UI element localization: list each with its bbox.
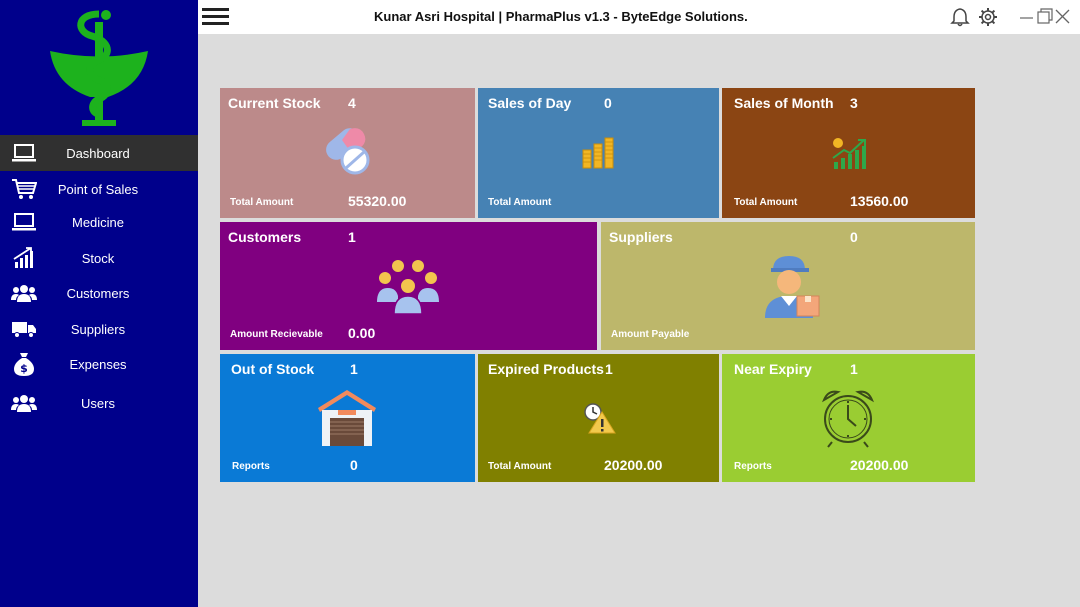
card-amount: 55320.00 <box>348 193 407 209</box>
card-current-stock[interactable]: Current Stock 4 Total Amount 55320.00 <box>220 88 475 218</box>
card-footer-label: Total Amount <box>230 197 294 208</box>
gear-icon[interactable] <box>977 7 999 27</box>
card-footer-label: Total Amount <box>488 461 552 472</box>
card-expired-products[interactable]: Expired Products 1 Total Amount 20200.00 <box>478 354 719 482</box>
sidebar-item-label: Medicine <box>71 214 125 230</box>
card-footer-label: Amount Payable <box>611 329 690 340</box>
card-footer-label: Amount Recievable <box>230 329 323 340</box>
card-amount: 20200.00 <box>850 457 909 473</box>
sidebar-item-suppliers[interactable]: Suppliers <box>0 311 198 347</box>
delivery-man-icon <box>765 256 820 318</box>
sidebar-item-customers[interactable]: Customers <box>0 275 198 311</box>
sidebar-item-stock[interactable]: Stock <box>0 240 198 276</box>
card-footer-label: Total Amount <box>734 197 798 208</box>
pills-icon <box>326 128 370 175</box>
sidebar-item-label: Dashboard <box>66 145 130 161</box>
card-out-of-stock[interactable]: Out of Stock 1 Reports 0 <box>220 354 475 482</box>
card-count: 1 <box>605 361 613 377</box>
sidebar-item-label: Users <box>81 395 115 411</box>
card-count: 4 <box>348 95 356 111</box>
card-count: 3 <box>850 95 858 111</box>
card-count: 0 <box>604 95 612 111</box>
sidebar: Dashboard Point of Sales Medicine Stock … <box>0 0 198 607</box>
card-title: Near Expiry <box>734 361 812 377</box>
sidebar-item-label: Suppliers <box>70 321 126 337</box>
card-title: Suppliers <box>609 229 673 245</box>
sidebar-item-point-of-sales[interactable]: Point of Sales <box>0 171 198 207</box>
sidebar-item-medicine[interactable]: Medicine <box>0 204 198 240</box>
growth-chart-icon <box>832 138 866 169</box>
card-count: 1 <box>350 361 358 377</box>
card-customers[interactable]: Customers 1 Amount Recievable 0.00 <box>220 222 597 350</box>
card-amount: 0 <box>350 457 358 473</box>
warehouse-icon <box>318 390 376 446</box>
card-footer-label: Total Amount <box>488 197 552 208</box>
sidebar-item-label: Expenses <box>69 356 127 372</box>
sidebar-item-label: Customers <box>66 285 130 301</box>
sidebar-item-label: Stock <box>81 250 115 266</box>
card-footer-label: Reports <box>734 461 772 472</box>
card-title: Sales of Month <box>734 95 834 111</box>
card-title: Out of Stock <box>231 361 315 377</box>
sidebar-item-expenses[interactable]: $ Expenses <box>0 346 198 382</box>
sidebar-item-dashboard[interactable]: Dashboard <box>0 135 198 171</box>
card-suppliers[interactable]: Suppliers 0 Amount Payable <box>601 222 975 350</box>
card-count: 1 <box>850 361 858 377</box>
card-amount: 0.00 <box>348 325 376 341</box>
card-title: Customers <box>228 229 302 245</box>
card-near-expiry[interactable]: Near Expiry 1 Reports 20200.00 <box>722 354 975 482</box>
sidebar-item-label: Point of Sales <box>57 181 139 197</box>
card-title: Current Stock <box>228 95 321 111</box>
title-bar: Kunar Asri Hospital | PharmaPlus v1.3 - … <box>198 0 1080 34</box>
card-count: 0 <box>850 229 858 245</box>
window-title: Kunar Asri Hospital | PharmaPlus v1.3 - … <box>374 9 748 24</box>
close-icon[interactable] <box>1052 7 1074 27</box>
clock-warning-icon <box>584 403 616 434</box>
card-count: 1 <box>348 229 356 245</box>
bell-icon[interactable] <box>949 7 971 27</box>
sidebar-item-users[interactable]: Users <box>0 385 198 421</box>
card-amount: 13560.00 <box>850 193 909 209</box>
alarm-clock-icon <box>822 390 874 448</box>
group-icon <box>377 260 439 315</box>
card-amount: 20200.00 <box>604 457 663 473</box>
card-sales-of-day[interactable]: Sales of Day 0 Total Amount <box>478 88 719 218</box>
coins-icon <box>582 137 614 169</box>
card-title: Sales of Day <box>488 95 572 111</box>
card-title: Expired Products <box>488 361 604 377</box>
card-footer-label: Reports <box>232 461 270 472</box>
caduceus-logo-icon <box>50 10 148 126</box>
card-sales-of-month[interactable]: Sales of Month 3 Total Amount 13560.00 <box>722 88 975 218</box>
hamburger-menu-icon[interactable] <box>202 6 230 28</box>
